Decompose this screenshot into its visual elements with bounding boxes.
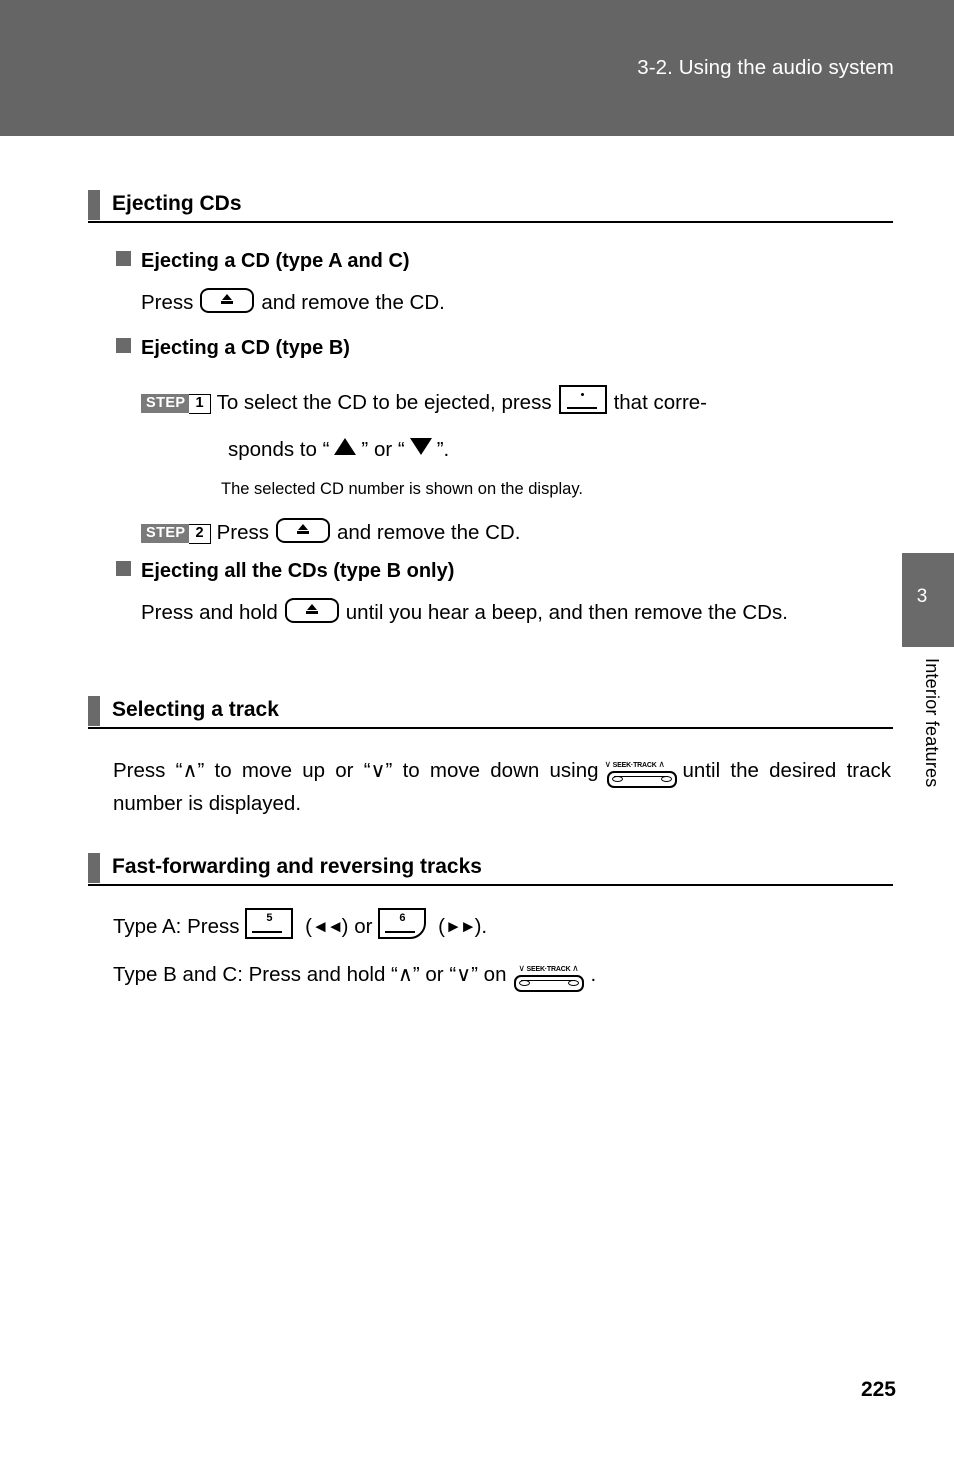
rocker-body-shape bbox=[514, 975, 585, 992]
paragraph-type-bc: Type B and C: Press and hold “∧” or “∨” … bbox=[113, 958, 913, 992]
rocker-left-detail bbox=[519, 980, 531, 986]
paragraph-step-1-line2: sponds to “ ” or “ ”. bbox=[228, 433, 888, 466]
or-text: ” or “ bbox=[361, 438, 405, 461]
seek-track-text: SEEK·TRACK bbox=[526, 966, 571, 973]
step-1-text-before: To select the CD to be ejected, press bbox=[216, 391, 552, 414]
chevron-down-glyph: ∨ bbox=[604, 759, 612, 769]
chevron-up-glyph: ∧ bbox=[658, 759, 665, 769]
chevron-up-glyph: ∧ bbox=[572, 963, 579, 973]
text-press: Press bbox=[141, 291, 194, 314]
square-bullet-icon bbox=[116, 561, 131, 576]
section-header-fast-forwarding: Fast-forwarding and reversing tracks bbox=[88, 853, 893, 886]
eject-button-icon bbox=[275, 518, 330, 543]
text-until-beep: until you hear a beep, and then remove t… bbox=[345, 601, 788, 624]
text-press-hold: Press and hold bbox=[141, 601, 278, 624]
eject-triangle-shape bbox=[297, 524, 308, 530]
square-bullet-icon bbox=[116, 338, 131, 353]
section-tab-marker bbox=[88, 190, 100, 220]
paragraph-selecting-track: Press “∧” to move up or “∨” to move down… bbox=[113, 754, 891, 820]
eject-button-icon bbox=[200, 288, 255, 313]
eject-bar-shape bbox=[296, 531, 309, 534]
eject-bar-shape bbox=[221, 301, 234, 304]
section-tab-marker bbox=[88, 853, 100, 883]
chapter-number: 3 bbox=[916, 586, 928, 607]
section-title: Ejecting CDs bbox=[112, 192, 242, 215]
seek-track-rocker-icon: ∨ SEEK·TRACK ∧ bbox=[512, 963, 585, 992]
seek-track-rocker-icon: ∨ SEEK·TRACK ∧ bbox=[605, 759, 677, 788]
step-label: STEP bbox=[141, 394, 191, 413]
rocker-right-detail bbox=[660, 776, 672, 782]
button-6-icon: 6 bbox=[378, 908, 427, 939]
button-dot-shape bbox=[581, 393, 585, 396]
step-number: 1 bbox=[189, 394, 211, 414]
end-quote-text: ”. bbox=[436, 438, 450, 461]
seek-track-caption: ∨ SEEK·TRACK ∧ bbox=[512, 963, 584, 974]
square-bullet-icon bbox=[116, 251, 131, 266]
eject-bar-shape bbox=[305, 611, 318, 614]
rewind-paren-open: ( bbox=[299, 915, 313, 938]
type-a-text-before: Type A: Press bbox=[113, 915, 240, 938]
button-number-label: 6 bbox=[399, 912, 406, 924]
section-header-ejecting-cds: Ejecting CDs bbox=[88, 190, 893, 223]
paragraph-eject-a-c: Press and remove the CD. bbox=[141, 286, 841, 319]
step-2-text-before: Press bbox=[216, 521, 269, 544]
seek-track-text: SEEK·TRACK bbox=[612, 762, 657, 769]
page-number: 225 bbox=[860, 1378, 896, 1401]
rewind-arrows-icon: ◄◄ bbox=[312, 917, 344, 936]
paragraph-type-a: Type A: Press 5 (◄◄) or 6 (►►). bbox=[113, 908, 893, 943]
rocker-right-detail bbox=[568, 980, 580, 986]
paragraph-step-1: STEP 1 To select the CD to be ejected, pre… bbox=[141, 384, 889, 419]
subheading-eject-all-b: Ejecting all the CDs (type B only) bbox=[116, 560, 454, 583]
seek-track-caption: ∨ SEEK·TRACK ∧ bbox=[605, 759, 677, 770]
step-1-text-after: that corre- bbox=[613, 391, 707, 414]
triangle-up-icon bbox=[334, 438, 357, 455]
button-5-icon: 5 bbox=[245, 908, 294, 939]
subheading-eject-b: Ejecting a CD (type B) bbox=[116, 337, 350, 360]
forward-paren-open: ( bbox=[432, 915, 445, 938]
note-selected-cd-number: The selected CD number is shown on the d… bbox=[221, 480, 583, 498]
cd-select-button-icon bbox=[558, 385, 607, 414]
section-title: Selecting a track bbox=[112, 698, 279, 721]
button-underline-shape bbox=[385, 931, 416, 933]
type-bc-text-after: . bbox=[590, 963, 597, 986]
section-header-selecting-a-track: Selecting a track bbox=[88, 696, 893, 729]
eject-triangle-shape bbox=[306, 604, 317, 610]
section-tab-marker bbox=[88, 696, 100, 726]
rocker-body-shape bbox=[606, 771, 677, 788]
subheading-text: Ejecting a CD (type A and C) bbox=[141, 250, 410, 272]
button-underline-shape bbox=[252, 931, 283, 933]
chapter-label: Interior features bbox=[922, 658, 942, 788]
type-bc-text-before: Type B and C: Press and hold “∧” or “∨” … bbox=[113, 963, 507, 986]
chevron-down-glyph: ∨ bbox=[518, 963, 525, 973]
step-2-text-after: and remove the CD. bbox=[336, 521, 521, 544]
sponds-to-text: sponds to “ bbox=[228, 438, 330, 461]
step-number: 2 bbox=[189, 524, 211, 544]
track-text-before: Press “∧” to move up or “∨” to move down… bbox=[113, 759, 599, 782]
type-a-text-after: ). bbox=[474, 915, 488, 938]
rocker-left-detail bbox=[611, 776, 623, 782]
eject-button-icon bbox=[284, 598, 339, 623]
button-number-label: 5 bbox=[266, 912, 273, 924]
paragraph-eject-all: Press and hold until you hear a beep, and… bbox=[141, 596, 891, 629]
page-header-title: 3-2. Using the audio system bbox=[637, 56, 894, 79]
type-a-text-middle: ) or bbox=[341, 915, 373, 938]
triangle-down-icon bbox=[409, 438, 432, 455]
step-badge-2: STEP 2 bbox=[141, 514, 211, 547]
page-header-bar: 3-2. Using the audio system bbox=[0, 0, 954, 136]
step-label: STEP bbox=[141, 524, 191, 543]
text-remove-cd: and remove the CD. bbox=[261, 291, 445, 314]
chapter-tab: 3 bbox=[902, 553, 954, 647]
step-badge-1: STEP 1 bbox=[141, 384, 211, 417]
forward-arrows-icon: ►► bbox=[444, 917, 477, 936]
subheading-text: Ejecting all the CDs (type B only) bbox=[141, 560, 455, 582]
subheading-text: Ejecting a CD (type B) bbox=[141, 337, 350, 359]
paragraph-step-2: STEP 2 Press and remove the CD. bbox=[141, 514, 841, 549]
subheading-eject-a-c: Ejecting a CD (type A and C) bbox=[116, 250, 410, 273]
button-underline-shape bbox=[566, 407, 597, 409]
eject-triangle-shape bbox=[222, 294, 233, 300]
section-title: Fast-forwarding and reversing tracks bbox=[112, 855, 482, 878]
